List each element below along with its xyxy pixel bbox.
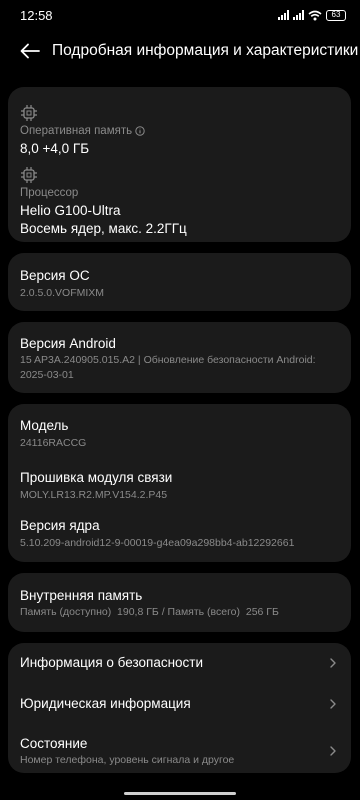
status-bar: 12:58 63 xyxy=(0,0,360,30)
ram-value: 8,0 +4,0 ГБ xyxy=(20,141,90,156)
battery-icon: 63 xyxy=(326,9,346,21)
model-label: Модель xyxy=(20,418,69,433)
memory-chip-icon xyxy=(21,105,37,121)
os-version-label: Версия ОС xyxy=(20,268,90,283)
status-time: 12:58 xyxy=(20,7,53,23)
status-item[interactable]: Состояние Номер телефона, уровень сигнал… xyxy=(8,725,351,773)
info-icon[interactable] xyxy=(135,126,145,136)
device-info-card: Модель 24116RACCG Прошивка модуля связи … xyxy=(8,404,351,562)
storage-value: Память (доступно) 190,8 ГБ / Память (все… xyxy=(20,606,279,618)
os-version-card[interactable]: Версия ОС 2.0.5.0.VOFMIXM xyxy=(8,253,351,311)
legal-info-label: Юридическая информация xyxy=(20,696,191,711)
links-card: Информация о безопасности Юридическая ин… xyxy=(8,643,351,773)
signal-icon xyxy=(278,10,289,20)
chevron-right-icon xyxy=(330,746,336,756)
security-info-label: Информация о безопасности xyxy=(20,655,204,670)
kernel-value: 5.10.209-android12-9-00019-g4ea09a298bb4… xyxy=(20,537,295,549)
storage-card[interactable]: Внутренняя память Память (доступно) 190,… xyxy=(8,573,351,632)
status-icons: 63 xyxy=(278,9,346,21)
cpu-detail: Восемь ядер, макс. 2.2ГГц xyxy=(20,221,187,236)
back-button[interactable] xyxy=(18,39,42,63)
chevron-right-icon xyxy=(330,658,336,668)
ram-label-row: Оперативная память xyxy=(20,125,145,137)
status-subtitle: Номер телефона, уровень сигнала и другое xyxy=(20,754,235,766)
baseband-label: Прошивка модуля связи xyxy=(20,470,173,485)
signal-icon-2 xyxy=(293,10,304,20)
arrow-left-icon xyxy=(20,43,40,59)
kernel-label: Версия ядра xyxy=(20,518,100,533)
cpu-label: Процессор xyxy=(20,187,79,199)
legal-info-item[interactable]: Юридическая информация xyxy=(8,684,351,724)
wifi-icon xyxy=(308,10,322,20)
header: Подробная информация и характеристики xyxy=(0,30,360,72)
storage-label: Внутренняя память xyxy=(20,588,143,603)
android-version-value: 15 AP3A.240905.015.A2 | Обновление безоп… xyxy=(20,354,316,381)
security-info-item[interactable]: Информация о безопасности xyxy=(8,643,351,683)
chevron-right-icon xyxy=(330,699,336,709)
os-version-value: 2.0.5.0.VOFMIXM xyxy=(20,287,105,299)
status-label: Состояние xyxy=(20,736,88,751)
baseband-value: MOLY.LR13.R2.MP.V154.2.P45 xyxy=(20,489,168,501)
model-value: 24116RACCG xyxy=(20,437,87,449)
android-version-card[interactable]: Версия Android 15 AP3A.240905.015.A2 | О… xyxy=(8,322,351,393)
android-version-label: Версия Android xyxy=(20,336,116,351)
ram-label: Оперативная память xyxy=(20,125,133,137)
hardware-card: Оперативная память 8,0 +4,0 ГБ Процессор… xyxy=(8,87,351,242)
page-title: Подробная информация и характеристики xyxy=(52,42,359,59)
cpu-value: Helio G100-Ultra xyxy=(20,203,121,218)
processor-chip-icon xyxy=(21,167,37,183)
home-indicator[interactable] xyxy=(124,792,236,795)
